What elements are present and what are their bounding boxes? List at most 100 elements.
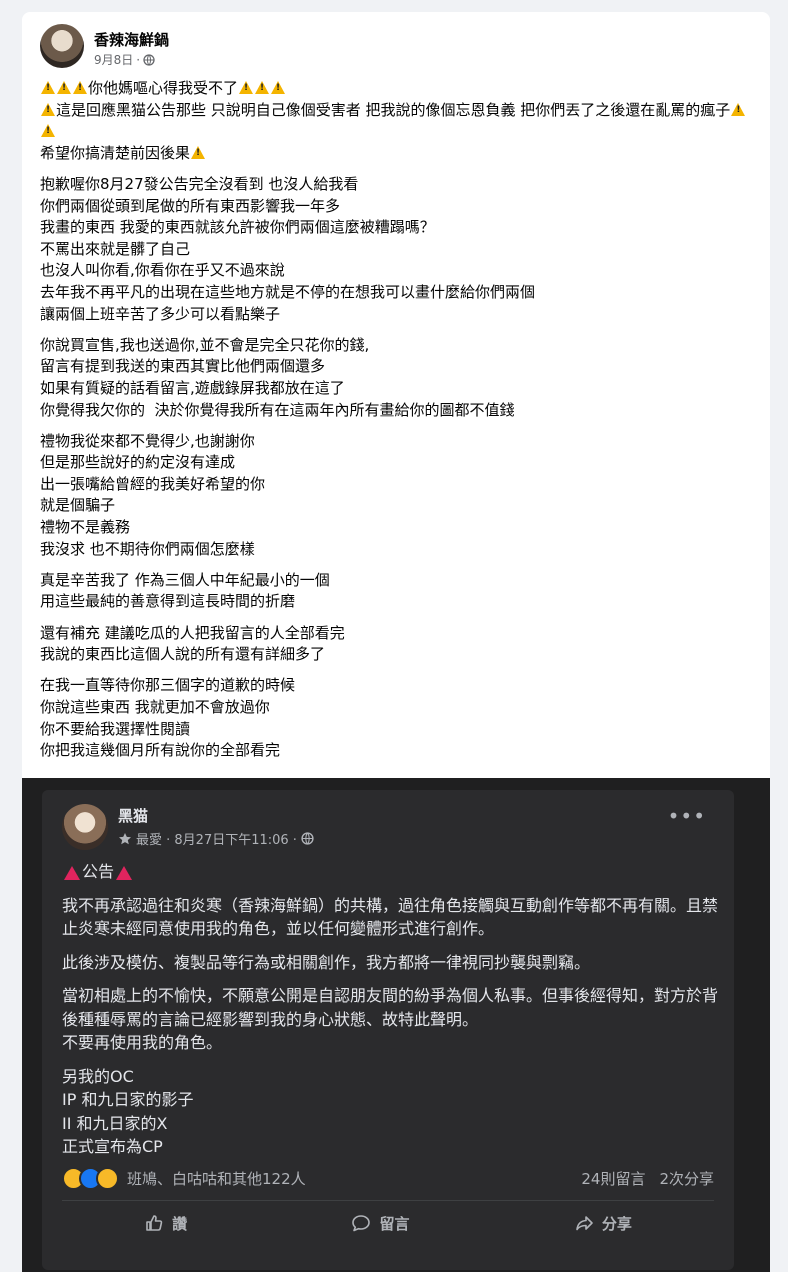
post-line: 我沒求 也不期待你們兩個怎麼樣 xyxy=(40,539,760,561)
warning-emoji-icon xyxy=(57,81,71,94)
post-line: 留言有提到我送的東西其實比他們兩個還多 xyxy=(40,356,760,378)
post-line-text: 這是回應黑猫公告那些 只說明自己像個受害者 把我說的像個忘恩負義 把你們丟了之後… xyxy=(56,100,731,119)
post-line: 我畫的東西 我愛的東西就該允許被你們兩個這麼被糟蹋嗎？ xyxy=(40,217,760,239)
globe-icon xyxy=(301,832,314,845)
like-button: 讚 xyxy=(144,1213,187,1234)
quoted-paragraphs: 我不再承認過往和炎寒（香辣海鮮鍋）的共構，過往角色接觸與互動創作等都不再有關。且… xyxy=(62,894,722,1159)
post-line-text: 你把我這幾個月所有說你的全部看完 xyxy=(40,741,281,760)
post-line-text: 你不要給我選擇性閱讀 xyxy=(40,719,191,738)
post-line: 你說買宣售,我也送過你,並不會是完全只花你的錢, xyxy=(40,335,760,357)
star-icon xyxy=(119,832,131,844)
thumbs-up-icon xyxy=(146,1215,163,1231)
post-line-text: 你他媽嘔心得我受不了 xyxy=(88,79,239,97)
post-line-text: 但是那些說好的約定沒有達成 xyxy=(40,453,236,472)
post-line: 但是那些說好的約定沒有達成 xyxy=(40,452,760,474)
post-line: 抱歉喔你8月27發公告完全沒看到 也沒人給我看 xyxy=(40,174,760,196)
quoted-meta-text: 最愛 · 8月27日下午11:06 · xyxy=(136,833,297,848)
post-paragraph: 抱歉喔你8月27發公告完全沒看到 也沒人給我看 你們兩個從頭到尾做的所有東西影響我… xyxy=(40,174,760,325)
post-card: 香辣海鮮鍋 9月8日 · 你他媽嘔心得我受不了這是回應黑猫公告那些 只說明自己像… xyxy=(22,12,770,1272)
warning-emoji-icon xyxy=(731,102,746,116)
quoted-paragraph: 我不再承認過往和炎寒（香辣海鮮鍋）的共構，過往角色接觸與互動創作等都不再有關。且… xyxy=(62,894,722,941)
warning-emoji-icon xyxy=(191,145,206,159)
post-line-text: 禮物我從來都不覺得少,也謝謝你 xyxy=(40,431,255,450)
post-line-text: 去年我不再平凡的出現在這些地方就是不停的在想我可以畫什麼給你們兩個 xyxy=(40,282,536,301)
comment-count: 24則留言 xyxy=(581,1169,646,1188)
post-line: 真是辛苦我了 作為三個人中年紀最小的一個 xyxy=(40,570,760,592)
share-count: 2次分享 xyxy=(659,1169,714,1188)
quoted-post: 黑猫 最愛 · 8月27日下午11:06 · ••• 公告 我不再承認過往和炎寒… xyxy=(42,790,734,1270)
post-line-text: 你說這些東西 我就更加不會放過你 xyxy=(40,698,270,716)
quoted-line: 我不再承認過往和炎寒（香辣海鮮鍋）的共構，過往角色接觸與互動創作等都不再有關。且… xyxy=(62,895,719,939)
share-arrow-icon xyxy=(576,1216,593,1231)
reaction-bar: 班鳩、白咕咕和其他122人 24則留言 2次分享 xyxy=(62,1166,714,1190)
post-line: 你們兩個從頭到尾做的所有東西影響我一年多 xyxy=(40,196,760,218)
post-line-text: 我沒求 也不期待你們兩個怎麼樣 xyxy=(40,539,255,558)
globe-icon xyxy=(143,53,155,66)
warning-emoji-icon xyxy=(271,81,286,94)
red-triangle-icon xyxy=(64,865,80,880)
quoted-title: 公告 xyxy=(62,860,722,884)
quoted-post-body: 公告 我不再承認過往和炎寒（香辣海鮮鍋）的共構，過往角色接觸與互動創作等都不再有… xyxy=(62,860,722,1169)
post-line: 還有補充 建議吃瓜的人把我留言的人全部看完 xyxy=(40,623,760,645)
post-line-text: 也沒人叫你看,你看你在乎又不過來說 xyxy=(40,261,285,280)
post-line-text: 希望你搞清楚前因後果 xyxy=(40,143,191,162)
post-line: 也沒人叫你看,你看你在乎又不過來說 xyxy=(40,260,760,282)
post-line: 你不要給我選擇性閱讀 xyxy=(40,719,760,741)
post-line: 你把我這幾個月所有說你的全部看完 xyxy=(40,740,760,762)
quoted-line: 正式宣布為CP xyxy=(62,1137,163,1156)
post-line: 我說的東西比這個人說的所有還有詳細多了 xyxy=(40,644,760,666)
quoted-line: II 和九日家的X xyxy=(62,1113,168,1133)
post-line: 用這些最純的善意得到這長時間的折磨 xyxy=(40,591,760,613)
post-body: 你他媽嘔心得我受不了這是回應黑猫公告那些 只說明自己像個受害者 把我說的像個忘恩… xyxy=(40,78,760,771)
red-triangle-icon xyxy=(116,865,133,880)
post-paragraph: 真是辛苦我了 作為三個人中年紀最小的一個用這些最純的善意得到這長時間的折磨 xyxy=(40,570,760,613)
post-line-text: 抱歉喔你8月27發公告完全沒看到 也沒人給我看 xyxy=(40,174,359,193)
quoted-line: 此後涉及模仿、複製品等行為或相關創作，我方都將一律視同抄襲與剽竊。 xyxy=(62,952,591,972)
quoted-line: 另我的OC xyxy=(62,1066,134,1086)
warning-emoji-icon xyxy=(41,102,55,116)
post-date[interactable]: 9月8日 xyxy=(94,51,133,68)
attached-screenshot[interactable]: 黑猫 最愛 · 8月27日下午11:06 · ••• 公告 我不再承認過往和炎寒… xyxy=(22,778,770,1272)
post-line: 這是回應黑猫公告那些 只說明自己像個受害者 把我說的像個忘恩負義 把你們丟了之後… xyxy=(40,100,760,143)
post-meta: 9月8日 · xyxy=(94,51,155,68)
warning-emoji-icon xyxy=(73,81,87,94)
post-line: 你覺得我欠你的 決於你覺得我所有在這兩年內所有畫給你的圖都不值錢 xyxy=(40,400,760,422)
comment-button: 留言 xyxy=(351,1213,410,1234)
quoted-line: 不要再使用我的角色。 xyxy=(62,1033,223,1052)
post-line: 在我一直等待你那三個字的道歉的時候 xyxy=(40,675,760,697)
post-paragraph: 你他媽嘔心得我受不了這是回應黑猫公告那些 只說明自己像個受害者 把我說的像個忘恩… xyxy=(40,78,760,164)
post-line: 不罵出來就是髒了自己 xyxy=(40,239,760,261)
more-options-icon: ••• xyxy=(667,804,706,828)
post-line-text: 你說買宣售,我也送過你,並不會是完全只花你的錢, xyxy=(40,335,370,354)
wow-reaction-icon xyxy=(96,1166,119,1190)
post-paragraph: 禮物我從來都不覺得少,也謝謝你 但是那些說好的約定沒有達成出一張嘴給曾經的我美好希… xyxy=(40,431,760,561)
post-line: 禮物不是義務 xyxy=(40,517,760,539)
comment-icon xyxy=(352,1215,371,1232)
post-line: 你他媽嘔心得我受不了 xyxy=(40,78,760,100)
post-paragraph: 你說買宣售,我也送過你,並不會是完全只花你的錢, 留言有提到我送的東西其實比他們兩… xyxy=(40,335,760,421)
share-button: 分享 xyxy=(574,1213,632,1234)
warning-emoji-icon xyxy=(41,124,55,138)
quoted-line: 當初相處上的不愉快，不願意公開是自認朋友間的紛爭為個人私事。但事後經得知，對方於… xyxy=(62,986,719,1029)
author-avatar[interactable] xyxy=(40,24,84,68)
post-line-text: 留言有提到我送的東西其實比他們兩個還多 xyxy=(40,357,326,376)
post-line: 出一張嘴給曾經的我美好希望的你 xyxy=(40,474,760,496)
author-name[interactable]: 香辣海鮮鍋 xyxy=(94,29,169,50)
reactions-text: 班鳩、白咕咕和其他122人 xyxy=(127,1169,306,1188)
post-line-text: 就是個騙子 xyxy=(40,496,116,515)
quoted-paragraph: 此後涉及模仿、複製品等行為或相關創作，我方都將一律視同抄襲與剽竊。 xyxy=(62,951,722,975)
post-paragraph: 在我一直等待你那三個字的道歉的時候 你說這些東西 我就更加不會放過你 你不要給我選擇… xyxy=(40,675,760,761)
post-line-text: 在我一直等待你那三個字的道歉的時候 xyxy=(40,676,296,695)
quoted-paragraph: 另我的OC IP 和九日家的影子 II 和九日家的X 正式宣布為CP xyxy=(62,1065,722,1159)
post-line-text: 真是辛苦我了 作為三個人中年紀最小的一個 xyxy=(40,570,330,589)
quoted-paragraph: 當初相處上的不愉快，不願意公開是自認朋友間的紛爭為個人私事。但事後經得知，對方於… xyxy=(62,984,722,1055)
quoted-author-avatar xyxy=(62,804,108,850)
post-line-text: 出一張嘴給曾經的我美好希望的你 xyxy=(40,474,266,493)
post-line-text: 不罵出來就是髒了自己 xyxy=(40,239,191,258)
post-line-text: 讓兩個上班辛苦了多少可以看點樂子 xyxy=(40,304,281,323)
post-line: 就是個騙子 xyxy=(40,495,760,517)
post-line: 如果有質疑的話看留言,遊戲錄屏我都放在這了 xyxy=(40,378,760,400)
post-paragraph: 還有補充 建議吃瓜的人把我留言的人全部看完 我說的東西比這個人說的所有還有詳細多了 xyxy=(40,623,760,666)
post-line-text: 你們兩個從頭到尾做的所有東西影響我一年多 xyxy=(40,196,341,215)
warning-emoji-icon xyxy=(255,81,270,94)
